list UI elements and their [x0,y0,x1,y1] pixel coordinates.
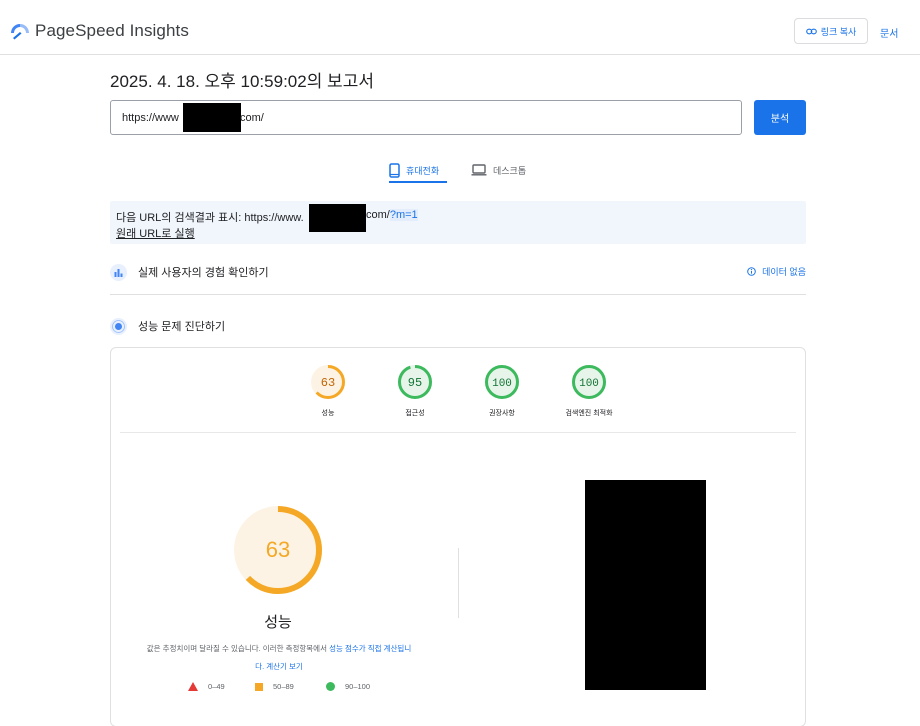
copy-link-label: 링크 복사 [820,26,857,37]
gauge-ring: 100 [485,365,519,399]
performance-label: 성능 [264,614,292,631]
lighthouse-icon [110,317,127,335]
redacted-block [309,204,366,232]
score-gauge-best-practices[interactable]: 100 권장사항 [457,364,547,418]
info-icon [747,267,756,276]
no-data-indicator[interactable]: 데이터 없음 [747,265,806,278]
score-value: 100 [579,378,599,390]
app-title[interactable]: PageSpeed Insights [35,21,189,41]
analyze-button[interactable]: 분석 [754,100,806,135]
score-gauge-performance[interactable]: 63 성능 [283,364,373,418]
user-experience-icon [110,263,127,281]
score-gauge-seo[interactable]: 100 검색엔진 최적화 [544,364,634,418]
docs-link[interactable]: 문서 [880,25,898,40]
redirect-url-suffix: com/?m=1 [366,209,418,221]
gauge-ring: 63 [311,365,345,399]
laptop-icon [471,164,487,176]
tab-desktop[interactable]: 데스크톱 [471,156,526,184]
legend-pass: 90–100 [326,682,370,691]
tab-mobile[interactable]: 휴대전화 [389,156,439,184]
score-value: 63 [321,376,335,390]
performance-gauge: 63 [234,506,322,594]
field-data-title: 실제 사용자의 경험 확인하기 [138,267,269,279]
section-divider [110,294,806,295]
copy-link-button[interactable]: 링크 복사 [794,18,868,44]
calculator-link[interactable]: 성능 점수가 직접 계산됩니 [329,644,411,653]
card-divider [120,432,796,433]
page-screenshot-redacted [585,480,706,690]
score-gauge-accessibility[interactable]: 95 접근성 [370,364,460,418]
redirect-suffix-highlight: ?m=1 [389,209,418,221]
pagespeed-logo-icon [11,24,29,40]
score-label: 권장사항 [489,410,515,417]
score-note: 값은 추정치이며 달라질 수 있습니다. 이러한 측정항목에서 성능 점수가 직… [130,640,428,676]
score-value: 100 [492,378,512,390]
report-title: 2025. 4. 18. 오후 10:59:02의 보고서 [110,72,374,91]
square-icon [255,682,263,691]
link-icon [805,28,817,34]
redacted-block [183,103,241,132]
tab-mobile-label: 휴대전화 [406,165,440,176]
circle-icon [326,682,335,691]
score-label: 접근성 [405,410,425,417]
score-value: 95 [408,376,422,390]
legend-range: 50–89 [273,682,294,691]
diagnose-section: 성능 문제 진단하기 [110,312,806,340]
run-original-url-link[interactable]: 원래 URL로 실행 [116,225,195,241]
smartphone-icon [389,162,400,178]
redirect-suffix-plain: com/ [366,209,390,221]
redirect-text: 다음 URL의 검색결과 표시: https://www. [116,212,304,224]
vertical-divider [458,548,459,618]
no-data-label: 데이터 없음 [762,267,806,277]
note-text: 값은 추정치이며 달라질 수 있습니다. 이러한 측정항목에서 [146,644,330,653]
gauge-ring: 95 [398,365,432,399]
triangle-icon [188,682,198,691]
legend-range: 90–100 [345,682,371,691]
tab-desktop-label: 데스크톱 [493,165,527,176]
score-label: 성능 [321,410,335,417]
legend-average: 50–89 [255,682,294,691]
performance-score: 63 [266,537,290,562]
url-input-suffix: com/ [240,112,264,124]
diagnose-title: 성능 문제 진단하기 [138,321,226,333]
legend-range: 0–49 [208,682,225,691]
field-data-section[interactable]: 실제 사용자의 경험 확인하기 데이터 없음 [110,258,806,286]
calculator-link-cont[interactable]: 다. 계산기 보기 [255,662,303,671]
top-bar: PageSpeed Insights 링크 복사 문서 [0,0,920,55]
active-tab-indicator [389,181,447,183]
score-label: 검색엔진 최적화 [565,410,613,417]
legend-fail: 0–49 [188,682,225,691]
gauge-ring: 100 [572,365,606,399]
